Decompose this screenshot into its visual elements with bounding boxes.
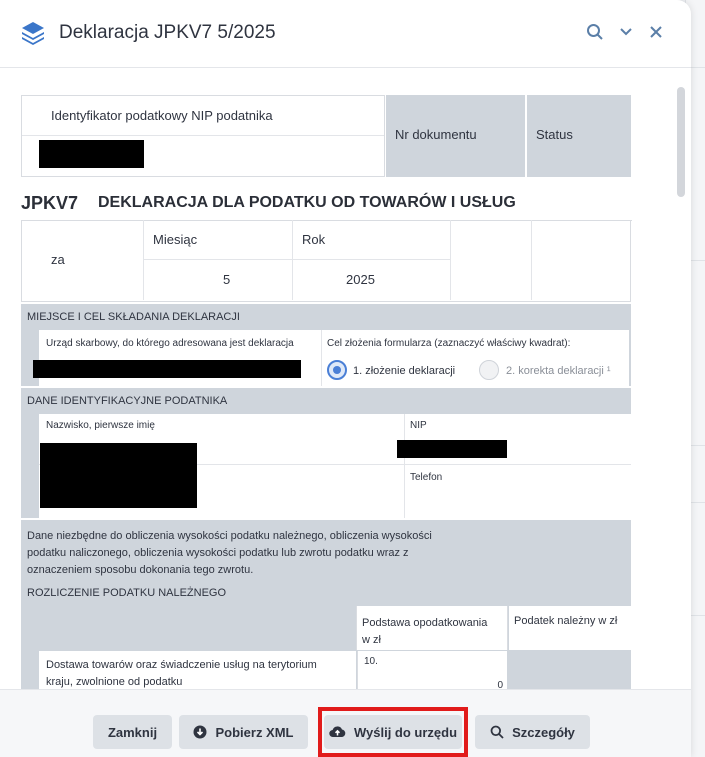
year-value: 2025 — [346, 272, 375, 287]
radio-correction[interactable] — [479, 360, 499, 380]
dialog-header: Deklaracja JPKV7 5/2025 — [0, 0, 691, 68]
download-xml-button[interactable]: Pobierz XML — [179, 715, 308, 749]
scrollbar-thumb[interactable] — [677, 87, 685, 197]
close-button[interactable]: Zamknij — [93, 715, 172, 749]
form-title: JPKV7 DEKLARACJA DLA PODATKU OD TOWARÓW … — [21, 177, 631, 220]
search-icon — [490, 725, 504, 739]
period-table: za Miesiąc Rok 5 2025 — [21, 220, 632, 302]
option-correction-label: 2. korekta deklaracji ¹ — [506, 365, 611, 377]
download-circle-icon — [193, 725, 207, 739]
redacted-nip — [39, 140, 144, 168]
period-za-label: za — [51, 252, 65, 267]
month-label: Miesiąc — [153, 232, 198, 247]
content-scrollbar[interactable] — [675, 83, 687, 683]
redacted-tax-office — [33, 360, 301, 378]
section-calc: Dane niezbędne do obliczenia wysokości p… — [21, 520, 631, 689]
option-submission-label: 1. złożenie deklaracji — [353, 365, 456, 377]
form-code: JPKV7 — [21, 193, 79, 213]
chevron-down-icon — [620, 28, 632, 36]
section-place-header: MIEJSCE I CEL SKŁADANIA DEKLARACJI — [21, 304, 631, 330]
row1-label: Dostawa towarów oraz świadczenie usług n… — [46, 659, 317, 688]
declaration-form: Identyfikator podatkowy NIP podatnika Nr… — [21, 95, 632, 689]
dialog-title: Deklaracja JPKV7 5/2025 — [59, 22, 276, 43]
declaration-dialog: Deklaracja JPKV7 5/2025 Identyfikator po… — [0, 0, 691, 757]
calc-intro: Dane niezbędne do obliczenia wysokości p… — [27, 530, 432, 576]
search-icon — [587, 24, 603, 40]
month-value: 5 — [223, 272, 231, 287]
redacted-ident-nip — [397, 440, 507, 458]
column-tax-due: Podatek należny w zł — [514, 615, 618, 627]
close-icon — [650, 26, 662, 38]
declaration-content[interactable]: Identyfikator podatkowy NIP podatnika Nr… — [0, 69, 691, 689]
nip-label: Identyfikator podatkowy NIP podatnika — [51, 108, 273, 123]
status-label: Status — [536, 127, 573, 142]
section-ident: DANE IDENTYFIKACYJNE PODATNIKA Nazwisko,… — [21, 386, 631, 518]
section-place: MIEJSCE I CEL SKŁADANIA DEKLARACJI Urząd… — [21, 302, 631, 386]
row1-tax-base-input[interactable]: 10. 0 — [357, 651, 507, 689]
section-ident-header: DANE IDENTYFIKACYJNE PODATNIKA — [21, 388, 631, 414]
dialog-footer: Zamknij Pobierz XML Wyślij do urzędu Szc… — [0, 689, 691, 757]
tax-office-label: Urząd skarbowy, do którego adresowana je… — [46, 338, 294, 349]
collapse-button[interactable] — [614, 20, 638, 44]
details-button[interactable]: Szczegóły — [475, 715, 590, 749]
close-dialog-button[interactable] — [644, 20, 668, 44]
radio-submission[interactable] — [327, 360, 347, 380]
column-tax-base: Podstawa opodatkowania w zł — [362, 617, 488, 646]
form-name: DEKLARACJA DLA PODATKU OD TOWARÓW I USŁU… — [98, 194, 516, 211]
layers-logo-icon — [22, 22, 44, 45]
year-label: Rok — [302, 232, 326, 247]
purpose-label: Cel złożenia formularza (zaznaczyć właśc… — [327, 338, 571, 349]
redacted-name — [40, 443, 197, 508]
search-button[interactable] — [583, 20, 607, 44]
top-table: Identyfikator podatkowy NIP podatnika Nr… — [21, 95, 631, 177]
send-button-highlight — [318, 707, 468, 757]
document-number-label: Nr dokumentu — [395, 127, 477, 142]
calc-subheader: ROZLICZENIE PODATKU NALEŻNEGO — [27, 587, 227, 599]
phone-label: Telefon — [410, 472, 443, 483]
ident-nip-label: NIP — [410, 420, 427, 431]
name-label: Nazwisko, pierwsze imię — [46, 420, 155, 431]
